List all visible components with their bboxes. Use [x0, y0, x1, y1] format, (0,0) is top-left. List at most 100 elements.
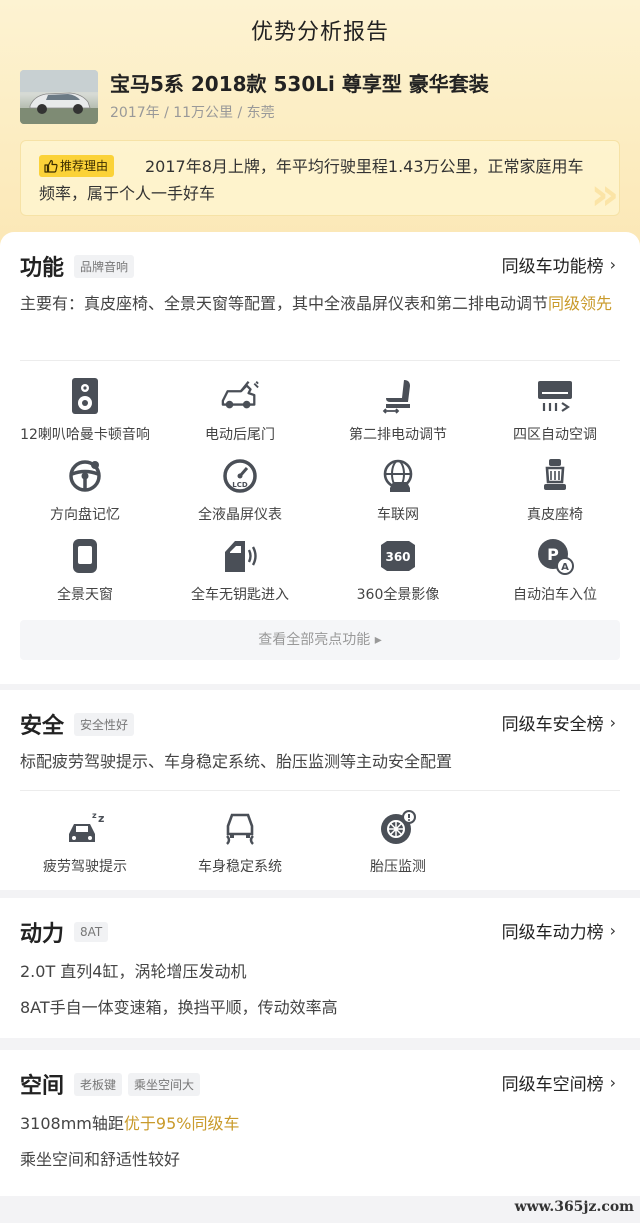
function-rank-label: 同级车功能榜 [501, 257, 604, 277]
feature-label: 四区自动空调 [513, 427, 597, 443]
function-desc: 主要有：真皮座椅、全景天窗等配置，其中全液晶屏仪表和第二排电动调节同级领先 [20, 290, 620, 318]
safety-title: 安全 [20, 714, 65, 739]
power-section: 动力 8AT 同级车动力榜 › 2.0T 直列4缸，涡轮增压发动机 8AT手自一… [0, 898, 640, 1038]
space-tag: 乘坐空间大 [128, 1072, 201, 1096]
feature-item[interactable]: 方向盘记忆 [5, 456, 165, 524]
chevron-right-icon: › [609, 255, 616, 274]
feature-label: 车联网 [377, 507, 419, 523]
feature-item[interactable]: 真皮座椅 [475, 456, 635, 524]
feature-label: 360全景影像 [356, 587, 440, 603]
seat-adjust-icon [378, 376, 418, 416]
svg-text:A: A [561, 562, 569, 573]
svg-text:LCD: LCD [232, 481, 248, 489]
safety-desc: 标配疲劳驾驶提示、车身稳定系统、胎压监测等主动安全配置 [20, 752, 453, 771]
safety-section: 安全 安全性好 同级车安全榜 › 标配疲劳驾驶提示、车身稳定系统、胎压监测等主动… [0, 690, 640, 890]
car-name: 宝马5系 2018款 530Li 尊享型 豪华套装 [110, 72, 489, 96]
svg-text:360: 360 [385, 550, 410, 564]
function-title: 功能 [20, 256, 65, 281]
tire-pressure-icon [378, 808, 418, 848]
space-tag: 老板键 [74, 1072, 123, 1096]
chevron-right-icon: › [609, 921, 616, 940]
fatigue-alert-icon: zz [65, 808, 105, 848]
power-tailgate-icon [220, 376, 260, 416]
reason-tag: 推荐理由 [39, 155, 115, 177]
car-meta: 2017年 / 11万公里 / 东莞 [110, 105, 275, 121]
feature-label: 12喇叭哈曼卡顿音响 [20, 427, 150, 443]
leather-seat-icon [535, 456, 575, 496]
lcd-gauge-icon: LCD [220, 456, 260, 496]
space-comfort: 乘坐空间和舒适性较好 [20, 1150, 181, 1169]
keyless-entry-icon [220, 536, 260, 576]
space-rank-label: 同级车空间榜 [501, 1075, 604, 1095]
feature-label: 电动后尾门 [205, 427, 275, 443]
divider [20, 360, 620, 361]
power-title: 动力 [20, 922, 65, 947]
recommend-reason-box: » 2017年8月上牌，年平均行驶里程1.43万公里，正常家庭用车频率，属于个人… [20, 140, 620, 220]
feature-item[interactable]: 360 360全景影像 [318, 536, 478, 604]
feature-item[interactable]: zz 疲劳驾驶提示 [5, 808, 165, 876]
hero-banner: 优势分析报告 宝马5系 2018款 530Li 尊享型 豪华套装 2017年 /… [0, 0, 640, 260]
stability-control-icon [220, 808, 260, 848]
feature-item[interactable]: 电动后尾门 [160, 376, 320, 444]
feature-item[interactable]: LCD 全液晶屏仪表 [160, 456, 320, 524]
feature-label: 全液晶屏仪表 [198, 507, 282, 523]
feature-label: 车身稳定系统 [198, 859, 282, 875]
car-thumbnail[interactable] [20, 70, 98, 124]
reason-text: 2017年8月上牌，年平均行驶里程1.43万公里，正常家庭用车频率，属于个人一手… [39, 157, 584, 203]
function-section: 功能 品牌音响 同级车功能榜 › 主要有：真皮座椅、全景天窗等配置，其中全液晶屏… [0, 232, 640, 684]
feature-item[interactable]: 车联网 [318, 456, 478, 524]
feature-label: 全景天窗 [57, 587, 113, 603]
connected-car-icon [378, 456, 418, 496]
car-photo-icon [20, 70, 98, 124]
svg-text:P: P [547, 545, 559, 564]
svg-text:z: z [98, 812, 104, 825]
feature-label: 真皮座椅 [527, 507, 583, 523]
power-rank-link[interactable]: 同级车动力榜 › [502, 918, 616, 943]
power-engine: 2.0T 直列4缸，涡轮增压发动机 [20, 962, 247, 981]
feature-item[interactable]: 12喇叭哈曼卡顿音响 [5, 376, 165, 444]
function-desc-main: 主要有：真皮座椅、全景天窗等配置，其中全液晶屏仪表和第二排电动调节 [20, 294, 549, 313]
feature-item[interactable]: 车身稳定系统 [160, 808, 320, 876]
thumbs-up-icon [44, 159, 58, 173]
space-wheelbase-value: 3108mm轴距 [20, 1114, 124, 1133]
chevron-right-icon: › [609, 713, 616, 732]
feature-item[interactable]: 四区自动空调 [475, 376, 635, 444]
sunroof-icon [65, 536, 105, 576]
function-tag: 品牌音响 [74, 254, 135, 278]
camera-360-icon: 360 [378, 536, 418, 576]
power-tag: 8AT [74, 922, 109, 942]
page-title: 优势分析报告 [250, 20, 389, 45]
air-conditioner-icon [535, 376, 575, 416]
space-wheelbase: 3108mm轴距优于95%同级车 [20, 1110, 620, 1138]
reason-tag-label: 推荐理由 [60, 159, 109, 173]
safety-rank-link[interactable]: 同级车安全榜 › [502, 710, 616, 735]
watermark: www.365jz.com [514, 1199, 634, 1215]
space-section: 空间 老板键 乘坐空间大 同级车空间榜 › 3108mm轴距优于95%同级车 乘… [0, 1050, 640, 1196]
feature-label: 第二排电动调节 [349, 427, 447, 443]
auto-park-icon: PA [535, 536, 575, 576]
feature-label: 方向盘记忆 [50, 507, 120, 523]
function-rank-link[interactable]: 同级车功能榜 › [502, 252, 616, 277]
view-all-features-button[interactable]: 查看全部亮点功能 ▸ [20, 620, 620, 660]
feature-item[interactable]: PA 自动泊车入位 [475, 536, 635, 604]
space-wheelbase-highlight: 优于95%同级车 [123, 1114, 240, 1133]
space-rank-link[interactable]: 同级车空间榜 › [502, 1070, 616, 1095]
steering-wheel-icon [65, 456, 105, 496]
space-title: 空间 [20, 1074, 65, 1099]
feature-label: 疲劳驾驶提示 [43, 859, 127, 875]
feature-item[interactable]: 第二排电动调节 [318, 376, 478, 444]
svg-text:z: z [92, 811, 97, 820]
feature-item[interactable]: 胎压监测 [318, 808, 478, 876]
power-transmission: 8AT手自一体变速箱，换挡平顺，传动效率高 [20, 998, 338, 1017]
feature-label: 全车无钥匙进入 [191, 587, 289, 603]
function-desc-highlight: 同级领先 [548, 294, 613, 313]
chevron-right-icon: › [609, 1073, 616, 1092]
feature-item[interactable]: 全车无钥匙进入 [160, 536, 320, 604]
speaker-icon [65, 376, 105, 416]
feature-item[interactable]: 全景天窗 [5, 536, 165, 604]
safety-rank-label: 同级车安全榜 [501, 715, 604, 735]
safety-tag: 安全性好 [74, 712, 135, 736]
divider [20, 790, 620, 791]
feature-label: 胎压监测 [370, 859, 426, 875]
feature-label: 自动泊车入位 [513, 587, 597, 603]
